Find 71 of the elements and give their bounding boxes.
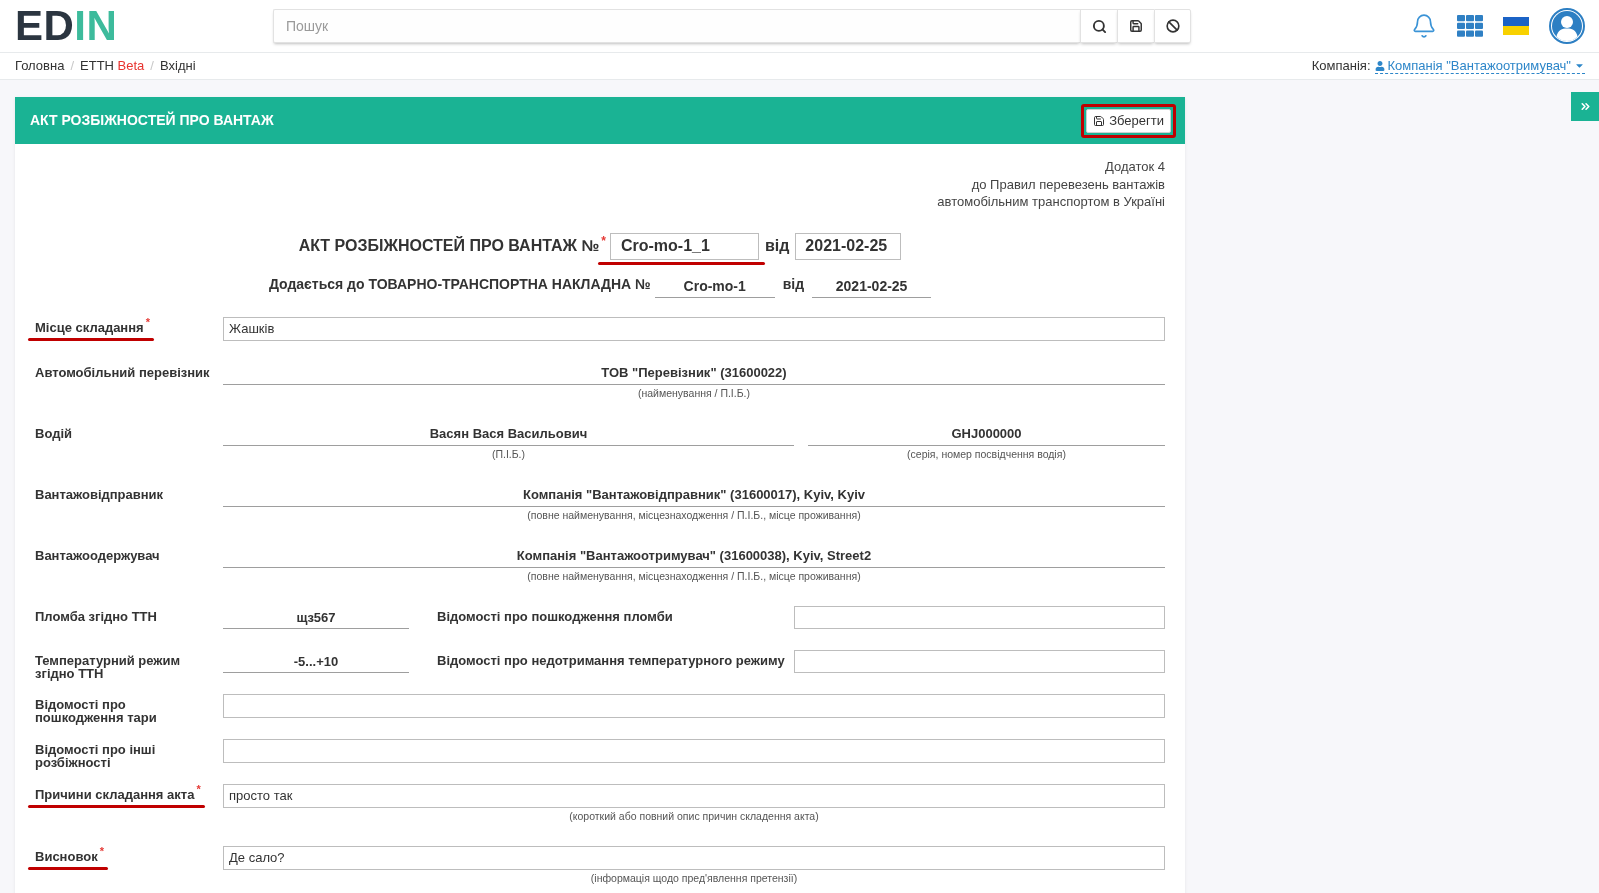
field-label: Температурний режим згідно ТТН [35, 653, 182, 681]
act-title: АКТ РОЗБІЖНОСТЕЙ ПРО ВАНТАЖ №$^{*}$ [298, 234, 606, 256]
waybill-date: 2021-02-25 [835, 278, 908, 294]
field-label: Причини складання акта$^{*}$ [35, 787, 201, 801]
save-search-button[interactable] [1117, 9, 1154, 43]
field-value: GHJ000000 [951, 426, 1022, 441]
date-field[interactable]: 2021-02-25 [795, 232, 902, 260]
breadcrumb-separator: / [69, 57, 76, 76]
breadcrumb-separator: / [149, 57, 155, 76]
field-label: Відомості про пошкодження тари [35, 697, 158, 725]
ban-icon [1165, 19, 1180, 33]
field-caption: (повне найменування, місцезнаходження / П.І.Б., місце проживання) [527, 568, 861, 584]
text-field[interactable] [794, 649, 1165, 673]
field-value: Компанія "Вантажовідправник" (31600017), Kyiv, Kyiv [523, 487, 865, 502]
field-label: Пломба згідно ТТН [35, 609, 157, 623]
field-value: щз567 [296, 610, 336, 625]
company-link[interactable]: Компанія "Вантажоотримувач" [1374, 58, 1585, 74]
field-value: -5...+10 [293, 654, 339, 669]
field-value: Компанія "Вантажоотримувач" (31600038), Kyiv, Street2 [516, 548, 872, 563]
field-caption: (П.І.Б.) [491, 446, 526, 462]
user-icon [1374, 60, 1385, 71]
text-field[interactable]: Жашків [223, 316, 1165, 341]
field-label: Автомобільний перевізник [35, 365, 210, 379]
apps-button[interactable] [1457, 15, 1483, 37]
field-label: Водій [35, 426, 72, 440]
text-field[interactable] [794, 605, 1165, 629]
text-field[interactable]: просто так [223, 783, 1165, 808]
text-field[interactable] [223, 693, 1165, 718]
field-caption: (повне найменування, місцезнаходження / П.І.Б., місце проживання) [527, 507, 861, 523]
field-label: Місце складання$^{*}$ [35, 320, 150, 334]
field-value: ТОВ "Перевізник" (31600022) [601, 365, 787, 380]
bell-icon [1411, 13, 1437, 39]
field-label: Відомості про недотримання температурного режиму [437, 653, 785, 668]
field-caption: (найменування / П.І.Б.) [637, 385, 750, 401]
field-label: Відомості про інші розбіжності [35, 742, 157, 770]
notifications-button[interactable] [1411, 13, 1437, 39]
date-label: від [764, 236, 790, 256]
search-field[interactable]: Пошук [273, 9, 1080, 43]
breadcrumb-link[interactable]: ЕТТН Beta [80, 56, 145, 76]
field-caption: (короткий або повний опис причин складення акта) [569, 808, 819, 824]
sidebar-toggle-button[interactable] [1571, 92, 1599, 121]
language-button[interactable] [1503, 17, 1529, 35]
breadcrumb-link[interactable]: Головна [15, 56, 65, 76]
save-button[interactable]: Зберегти [1086, 108, 1171, 133]
appendix-text: Додаток 4 [1105, 158, 1165, 176]
flag-icon [1503, 17, 1529, 35]
appendix-text: до Правил перевезень вантажів [971, 175, 1165, 193]
text-field[interactable] [223, 738, 1165, 763]
profile-button[interactable] [1549, 8, 1585, 44]
waybill-title: Додається до ТОВАРНО-ТРАНСПОРТНА НАКЛАДНА № [268, 274, 651, 294]
text-field[interactable]: Де сало? [223, 845, 1165, 870]
field-label: Вантажоодержувач [35, 548, 160, 562]
search-icon [1091, 18, 1107, 34]
field-caption: (інформація щодо пред'явлення претензії) [590, 870, 798, 886]
clear-search-button[interactable] [1154, 9, 1191, 43]
waybill-number: Cro-mo-1 [683, 278, 746, 294]
appendix-text: автомобільним транспортом в Україні [937, 193, 1165, 211]
user-avatar-icon [1549, 8, 1585, 44]
date-label: від [782, 274, 805, 294]
field-value: Васян Вася Васильович [429, 426, 588, 441]
apps-grid-icon [1457, 15, 1483, 37]
field-caption: (серія, номер посвідчення водія) [907, 446, 1066, 462]
company-label: Компанія: [1311, 57, 1371, 76]
field-label: Висновок$^{*}$ [35, 849, 104, 863]
field-label: Відомості про пошкодження пломби [437, 609, 673, 624]
panel-title: АКТ РОЗБІЖНОСТЕЙ ПРО ВАНТАЖ [30, 110, 274, 130]
search-button[interactable] [1080, 9, 1117, 43]
breadcrumb-link[interactable]: Вхідні [159, 56, 196, 76]
logo[interactable]: EDIN [15, 5, 118, 47]
act-number-field[interactable]: Cro-mo-1_1 [609, 232, 759, 260]
field-label: Вантажовідправник [35, 487, 164, 501]
